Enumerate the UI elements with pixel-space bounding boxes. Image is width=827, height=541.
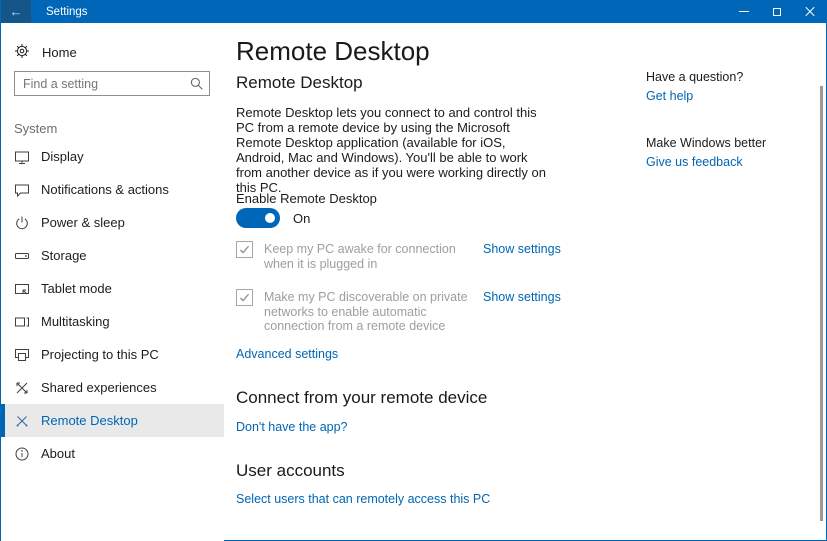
close-icon — [805, 7, 815, 17]
show-settings-link-discoverable[interactable]: Show settings — [483, 290, 561, 304]
sidebar-item-home[interactable]: Home — [1, 37, 224, 67]
sidebar-item-notifications[interactable]: Notifications & actions — [1, 173, 224, 206]
search-icon — [189, 76, 204, 96]
tablet-icon — [14, 281, 30, 297]
sidebar-section-system: System — [14, 121, 58, 136]
discoverable-checkbox[interactable] — [236, 289, 253, 306]
display-icon — [14, 149, 30, 165]
show-settings-link-keep-awake[interactable]: Show settings — [483, 242, 561, 256]
maximize-button[interactable] — [760, 0, 793, 23]
titlebar: ← Settings — [1, 0, 826, 23]
notifications-icon — [14, 182, 30, 198]
projecting-icon — [14, 347, 30, 363]
enable-remote-desktop-label: Enable Remote Desktop — [236, 191, 377, 206]
sidebar-item-tablet-mode[interactable]: Tablet mode — [1, 272, 224, 305]
user-accounts-heading: User accounts — [236, 461, 345, 480]
checkmark-icon — [239, 293, 250, 302]
window-title: Settings — [46, 5, 88, 18]
discoverable-label: Make my PC discoverable on private netwo… — [264, 290, 468, 333]
sidebar-item-display[interactable]: Display — [1, 140, 224, 173]
select-users-link[interactable]: Select users that can remotely access th… — [236, 492, 490, 506]
sidebar-item-projecting[interactable]: Projecting to this PC — [1, 338, 224, 371]
toggle-state-label: On — [293, 211, 311, 226]
settings-window: ← Settings Home Find a setting System Di… — [0, 0, 827, 541]
search-input[interactable] — [14, 71, 210, 96]
close-button[interactable] — [793, 0, 826, 23]
keep-awake-checkbox[interactable] — [236, 241, 253, 258]
checkmark-icon — [239, 245, 250, 254]
sidebar-item-power-sleep[interactable]: Power & sleep — [1, 206, 224, 239]
back-arrow-icon: ← — [9, 4, 23, 19]
power-icon — [14, 215, 30, 231]
vertical-scrollbar[interactable] — [820, 86, 823, 521]
shared-experiences-icon — [14, 380, 30, 396]
enable-remote-desktop-toggle[interactable] — [236, 208, 280, 228]
about-icon — [14, 446, 30, 462]
make-windows-better-heading: Make Windows better — [646, 136, 767, 150]
sidebar-item-remote-desktop[interactable]: Remote Desktop — [1, 404, 224, 437]
toggle-knob — [265, 213, 275, 223]
gear-icon — [14, 43, 30, 62]
minimize-icon — [738, 11, 749, 12]
have-a-question-heading: Have a question? — [646, 70, 744, 84]
sidebar-home-label: Home — [42, 44, 77, 60]
keep-awake-label: Keep my PC awake for connection when it … — [264, 242, 456, 271]
minimize-button[interactable] — [727, 0, 760, 23]
sidebar-item-storage[interactable]: Storage — [1, 239, 224, 272]
multitasking-icon — [14, 314, 30, 330]
give-us-feedback-link[interactable]: Give us feedback — [646, 155, 743, 169]
maximize-icon — [772, 7, 781, 16]
storage-icon — [14, 248, 30, 264]
sidebar: Home System Display — [1, 23, 224, 541]
advanced-settings-link[interactable]: Advanced settings — [236, 347, 338, 361]
search-box — [14, 71, 211, 96]
get-help-link[interactable]: Get help — [646, 89, 693, 103]
back-button[interactable]: ← — [1, 0, 31, 23]
sidebar-item-shared-experiences[interactable]: Shared experiences — [1, 371, 224, 404]
remote-desktop-icon — [14, 413, 30, 429]
sidebar-item-about[interactable]: About — [1, 437, 224, 470]
remote-desktop-description: Remote Desktop lets you connect to and c… — [236, 105, 546, 195]
window-controls — [727, 0, 826, 23]
sidebar-item-multitasking[interactable]: Multitasking — [1, 305, 224, 338]
dont-have-app-link[interactable]: Don't have the app? — [236, 420, 348, 434]
connect-section-heading: Connect from your remote device — [236, 388, 488, 407]
page-title: Remote Desktop — [236, 36, 430, 66]
remote-desktop-heading: Remote Desktop — [236, 73, 363, 92]
